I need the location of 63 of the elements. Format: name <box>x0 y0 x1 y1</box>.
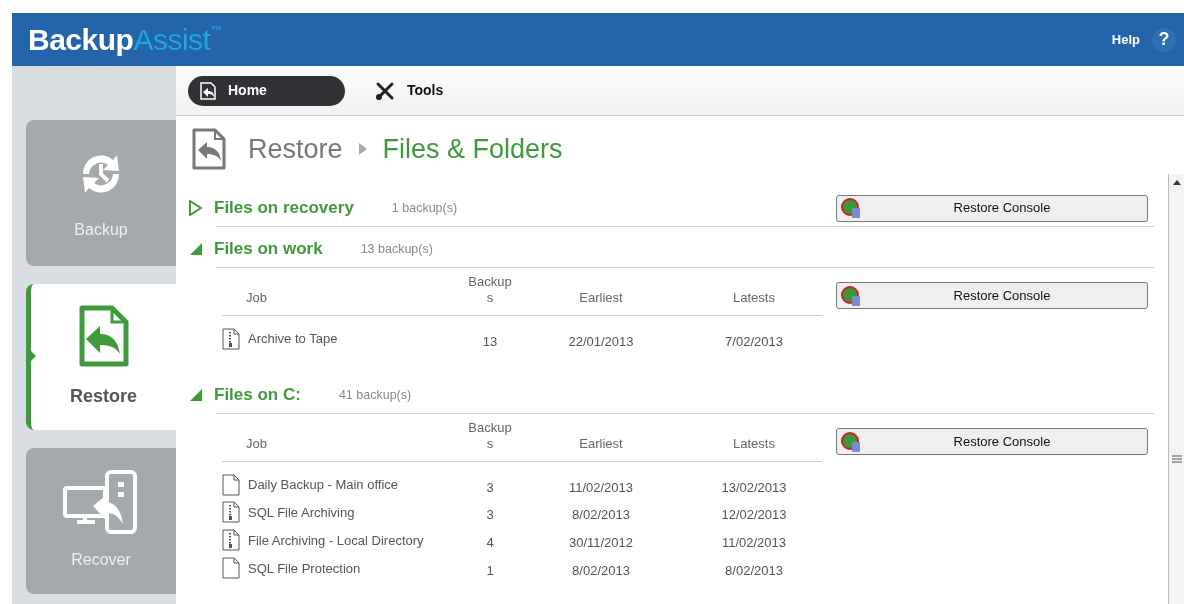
sidebar-item[interactable]: Restore <box>26 284 176 430</box>
console-icon <box>841 431 861 452</box>
file-icon <box>222 473 240 496</box>
table-cell: 8/02/2013 <box>572 507 630 523</box>
restore-file-icon <box>200 81 216 100</box>
expanded-triangle-icon[interactable] <box>188 387 204 403</box>
section-title: Files on C: <box>214 384 301 407</box>
restore-console-button[interactable]: Restore Console <box>836 428 1148 455</box>
zip-file-icon <box>222 501 240 524</box>
selection-pointer-icon <box>30 350 36 362</box>
file-icon <box>222 557 240 580</box>
page-title: Files & Folders <box>382 132 563 166</box>
table-cell: 11/02/2013 <box>721 535 787 551</box>
job-name: Archive to Tape <box>248 329 338 348</box>
toolbar-tab[interactable]: Home <box>188 75 345 106</box>
section-title: Files on work <box>214 238 323 261</box>
app-logo: BackupAssist$^{™}$ <box>28 22 222 58</box>
backup-count: 13 backup(s) <box>360 240 433 258</box>
breadcrumb-link[interactable]: Restore <box>248 128 343 170</box>
help-button[interactable]: ? <box>1152 27 1176 52</box>
console-icon <box>841 198 861 218</box>
zip-file-icon <box>222 327 240 350</box>
table-cell: 7/02/2013 <box>725 333 783 349</box>
column-header: Latests <box>656 414 822 461</box>
table-cell: 22/01/2013 <box>568 333 634 349</box>
restore-file-icon <box>192 128 226 170</box>
column-header: Earliest <box>546 268 656 315</box>
job-name: Daily Backup - Main office <box>248 475 399 494</box>
breadcrumb-arrow-icon <box>358 143 367 155</box>
restore-console-button[interactable]: Restore Console <box>836 282 1148 309</box>
column-header: Backup s <box>434 268 546 315</box>
expanded-triangle-icon[interactable] <box>188 241 204 257</box>
column-header: Earliest <box>546 414 656 461</box>
toolbar-tab[interactable]: Tools <box>363 75 456 106</box>
column-header: Backup s <box>434 414 546 461</box>
table-cell: 30/11/2012 <box>568 535 634 551</box>
column-header: Latests <box>656 268 822 315</box>
job-name: SQL File Protection <box>248 559 361 578</box>
backup-count: 41 backup(s) <box>338 386 412 404</box>
tools-icon <box>375 80 395 101</box>
column-header: Job <box>222 268 434 315</box>
table-cell: 4 <box>486 535 494 551</box>
job-name: SQL File Archiving <box>248 503 355 522</box>
column-header: Job <box>222 414 434 461</box>
restore-console-button[interactable]: Restore Console <box>836 194 1148 222</box>
table-cell: 3 <box>486 479 494 495</box>
computer-restore-icon <box>63 470 139 534</box>
section-title: Files on recovery <box>214 197 354 220</box>
table-cell: 11/02/2013 <box>568 479 634 495</box>
table-cell: 1 <box>486 563 494 579</box>
scrollbar[interactable] <box>1168 174 1184 604</box>
table-cell: 13/02/2013 <box>721 479 787 495</box>
table-cell: 8/02/2013 <box>725 563 783 579</box>
backup-count: 1 backup(s) <box>391 199 458 217</box>
help-link[interactable]: Help <box>1111 29 1140 50</box>
console-icon <box>841 285 861 306</box>
job-name: File Archiving - Local Directory <box>248 531 424 550</box>
table-cell: 12/02/2013 <box>721 507 787 523</box>
table-cell: 3 <box>486 507 494 523</box>
table-cell: 13 <box>482 333 498 349</box>
collapsed-triangle-icon[interactable] <box>188 200 204 216</box>
zip-file-icon <box>222 529 240 552</box>
table-cell: 8/02/2013 <box>572 563 630 579</box>
